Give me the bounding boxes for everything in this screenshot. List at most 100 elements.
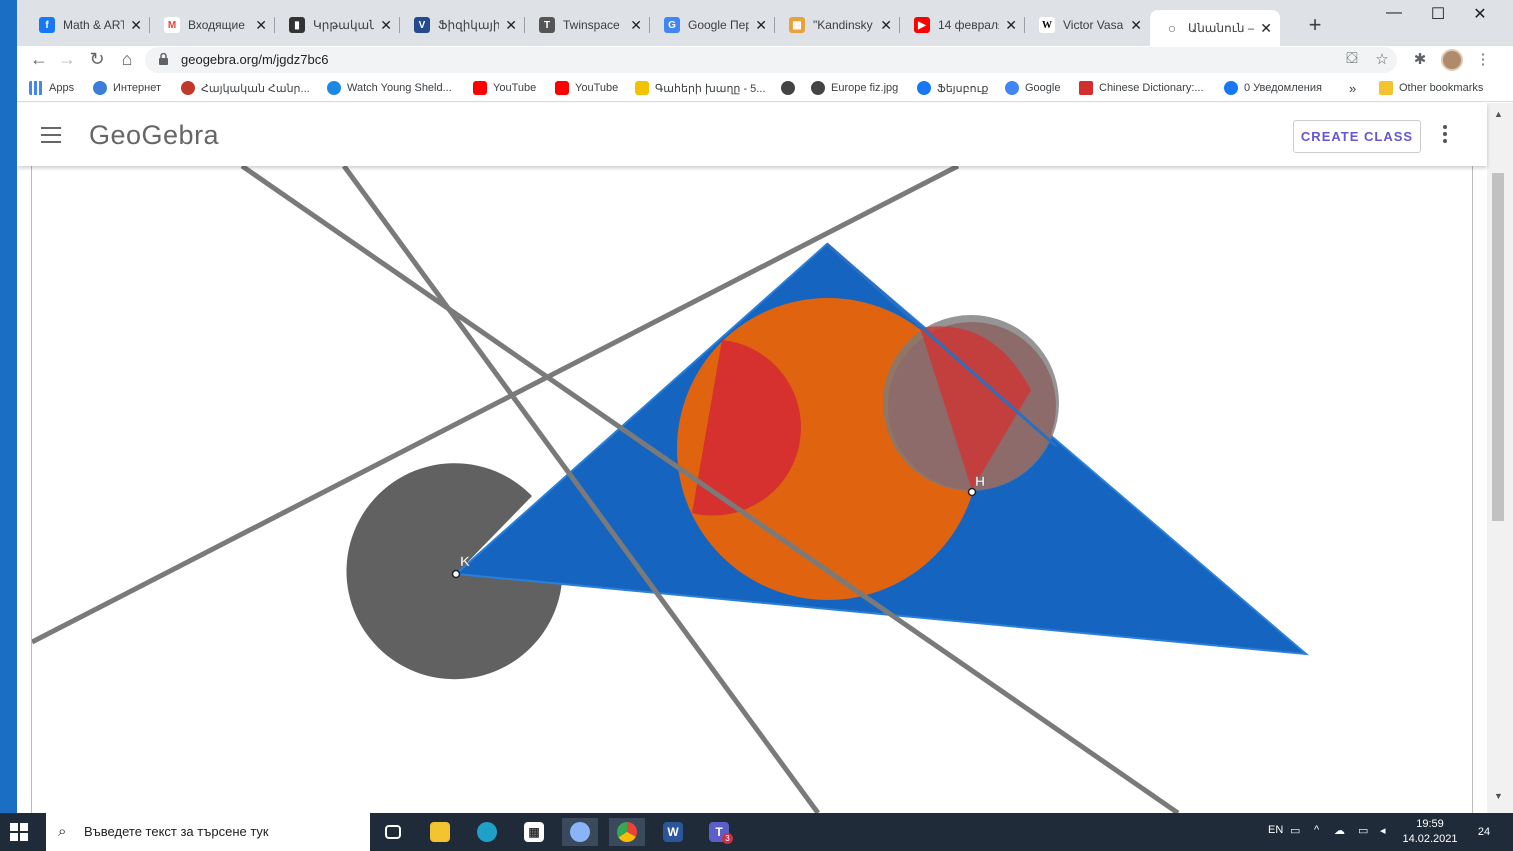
bookmark-facebook[interactable]: Ֆեյսբուք bbox=[917, 81, 988, 95]
close-tab-icon[interactable]: ✕ bbox=[880, 17, 892, 34]
close-tab-icon[interactable]: ✕ bbox=[505, 17, 517, 34]
facebook-icon bbox=[917, 81, 931, 95]
bookmark-chinese-dictionary[interactable]: Chinese Dictionary:... bbox=[1079, 81, 1204, 95]
address-bar[interactable]: geogebra.org/m/jgdz7bc6 bbox=[145, 47, 1397, 73]
globe-icon bbox=[781, 81, 795, 95]
tab-geogebra-active[interactable]: ○ Անանուն – Գ ✕ bbox=[1150, 10, 1280, 46]
notification-center-icon[interactable]: 24 bbox=[1472, 821, 1496, 843]
close-tab-icon[interactable]: ✕ bbox=[1260, 20, 1272, 37]
display-icon[interactable]: ▭ bbox=[1358, 824, 1368, 837]
bookmark-game-of-thrones[interactable]: Գահերի խաղը - 5... bbox=[635, 81, 765, 95]
close-tab-icon[interactable]: ✕ bbox=[255, 17, 267, 34]
search-placeholder: Въведете текст за търсене тук bbox=[84, 824, 269, 839]
word-icon[interactable]: W bbox=[655, 818, 691, 846]
tab-physics[interactable]: V Ֆիզիկայի ո ✕ bbox=[400, 10, 525, 40]
profile-avatar[interactable] bbox=[1441, 49, 1463, 71]
minimize-button[interactable]: — bbox=[1371, 4, 1417, 22]
youtube-icon: ▶ bbox=[914, 17, 930, 33]
tab-title: Կրթական փ bbox=[313, 18, 375, 32]
close-window-button[interactable]: ✕ bbox=[1457, 4, 1503, 24]
bookmark-armenian-encyclopedia[interactable]: Հայկական Հանր... bbox=[181, 81, 310, 95]
show-hidden-icons-icon[interactable]: ^ bbox=[1314, 824, 1319, 836]
task-view-icon[interactable] bbox=[375, 818, 411, 846]
home-icon[interactable]: ⌂ bbox=[115, 49, 139, 70]
extensions-icon[interactable]: ✱ bbox=[1409, 50, 1431, 68]
windows-start-icon[interactable] bbox=[10, 823, 28, 841]
globe-icon bbox=[93, 81, 107, 95]
geogebra-logo[interactable]: GeoGebra bbox=[89, 120, 219, 151]
hamburger-menu-icon[interactable] bbox=[41, 127, 61, 143]
site-icon bbox=[635, 81, 649, 95]
taskbar-search[interactable]: ⌕ Въведете текст за търсене тук bbox=[46, 813, 370, 851]
teams-badge: 3 bbox=[722, 833, 733, 844]
tab-victor-vasarely[interactable]: W Victor Vasare ✕ bbox=[1025, 10, 1150, 40]
graphics-view[interactable]: K H bbox=[32, 166, 1473, 813]
youtube-icon bbox=[555, 81, 569, 95]
point-h[interactable] bbox=[967, 487, 977, 497]
tab-title: Входящие (1 bbox=[188, 18, 249, 32]
chrome-taskbar-icon-2[interactable] bbox=[609, 818, 645, 846]
keyboard-icon[interactable]: ▭ bbox=[1290, 824, 1300, 837]
bookmark-notifications[interactable]: 0 Уведомления bbox=[1224, 81, 1322, 95]
close-tab-icon[interactable]: ✕ bbox=[1005, 17, 1017, 34]
other-bookmarks-folder[interactable]: Other bookmarks bbox=[1379, 81, 1483, 95]
geogebra-canvas[interactable]: K H bbox=[31, 166, 1473, 813]
volume-icon[interactable]: ◂ bbox=[1380, 824, 1386, 837]
maximize-button[interactable]: ☐ bbox=[1415, 4, 1461, 24]
tab-title: Twinspace bbox=[563, 18, 620, 32]
url-text: geogebra.org/m/jgdz7bc6 bbox=[181, 52, 329, 67]
bookmark-europe-fiz[interactable]: Europe fiz.jpg bbox=[811, 81, 898, 95]
bookmark-google[interactable]: Google bbox=[1005, 81, 1060, 95]
bookmark-star-icon[interactable]: ☆ bbox=[1371, 50, 1393, 68]
back-arrow-icon[interactable]: ← bbox=[27, 49, 51, 70]
gmail-icon: M bbox=[164, 17, 180, 33]
edge-icon[interactable] bbox=[469, 818, 505, 846]
forward-arrow-icon[interactable]: → bbox=[55, 49, 79, 70]
browser-toolbar: ← → ↻ ⌂ geogebra.org/m/jgdz7bc6 ⛋ ☆ ✱ ⋮ bbox=[17, 46, 1513, 76]
system-clock[interactable]: 19:59 14.02.2021 bbox=[1400, 817, 1460, 847]
close-tab-icon[interactable]: ✕ bbox=[130, 17, 142, 34]
scrollbar-thumb[interactable] bbox=[1492, 173, 1504, 521]
site-icon bbox=[181, 81, 195, 95]
bookmark-globe[interactable] bbox=[781, 81, 801, 95]
file-explorer-icon[interactable] bbox=[422, 818, 458, 846]
language-indicator[interactable]: EN bbox=[1268, 824, 1283, 836]
close-tab-icon[interactable]: ✕ bbox=[630, 17, 642, 34]
tab-google-translate[interactable]: G Google Пере ✕ bbox=[650, 10, 775, 40]
dictionary-icon bbox=[1079, 81, 1093, 95]
point-k[interactable] bbox=[451, 569, 461, 579]
bookmark-young-sheldon[interactable]: Watch Young Sheld... bbox=[327, 81, 452, 95]
tab-kandinsky[interactable]: ▦ "Kandinsky A ✕ bbox=[775, 10, 900, 40]
tab-educational[interactable]: ▮ Կրթական փ ✕ bbox=[275, 10, 400, 40]
new-tab-button[interactable]: + bbox=[1301, 12, 1329, 38]
create-class-button[interactable]: CREATE CLASS bbox=[1293, 120, 1421, 153]
more-bookmarks-button[interactable]: » bbox=[1349, 81, 1356, 96]
more-options-icon[interactable] bbox=[1443, 125, 1449, 146]
tab-title: Math & ART bbox=[63, 18, 125, 32]
tab-title: Victor Vasare bbox=[1063, 18, 1124, 32]
bookmark-apps[interactable]: Apps bbox=[29, 81, 74, 95]
translate-icon[interactable]: ⛋ bbox=[1341, 50, 1363, 67]
scroll-up-arrow-icon[interactable]: ▲ bbox=[1494, 109, 1503, 119]
windows-taskbar: ⌕ Въведете текст за търсене тук ▦ W T 3 … bbox=[0, 813, 1513, 851]
chrome-menu-icon[interactable]: ⋮ bbox=[1472, 50, 1494, 68]
bookmark-youtube-1[interactable]: YouTube bbox=[473, 81, 536, 95]
page-scrollbar[interactable]: ▲ ▼ bbox=[1487, 103, 1513, 813]
tab-math-art[interactable]: f Math & ART ✕ bbox=[25, 10, 150, 40]
teams-icon[interactable]: T 3 bbox=[701, 818, 737, 846]
close-tab-icon[interactable]: ✕ bbox=[380, 17, 392, 34]
close-tab-icon[interactable]: ✕ bbox=[755, 17, 767, 34]
tab-youtube-feb14[interactable]: ▶ 14 февраля 2 ✕ bbox=[900, 10, 1025, 40]
tab-inbox[interactable]: M Входящие (1 ✕ bbox=[150, 10, 275, 40]
chrome-taskbar-icon-1[interactable] bbox=[562, 818, 598, 846]
close-tab-icon[interactable]: ✕ bbox=[1130, 17, 1142, 34]
scroll-down-arrow-icon[interactable]: ▼ bbox=[1494, 791, 1503, 801]
network-icon[interactable]: ☁ bbox=[1334, 824, 1345, 837]
store-icon[interactable]: ▦ bbox=[516, 818, 552, 846]
grid-icon: ▦ bbox=[789, 17, 805, 33]
page-content: GeoGebra CREATE CLASS K H bbox=[17, 103, 1487, 813]
bookmark-youtube-2[interactable]: YouTube bbox=[555, 81, 618, 95]
tab-twinspace[interactable]: T Twinspace ✕ bbox=[525, 10, 650, 40]
bookmark-internet[interactable]: Интернет bbox=[93, 81, 161, 95]
reload-icon[interactable]: ↻ bbox=[85, 49, 109, 70]
